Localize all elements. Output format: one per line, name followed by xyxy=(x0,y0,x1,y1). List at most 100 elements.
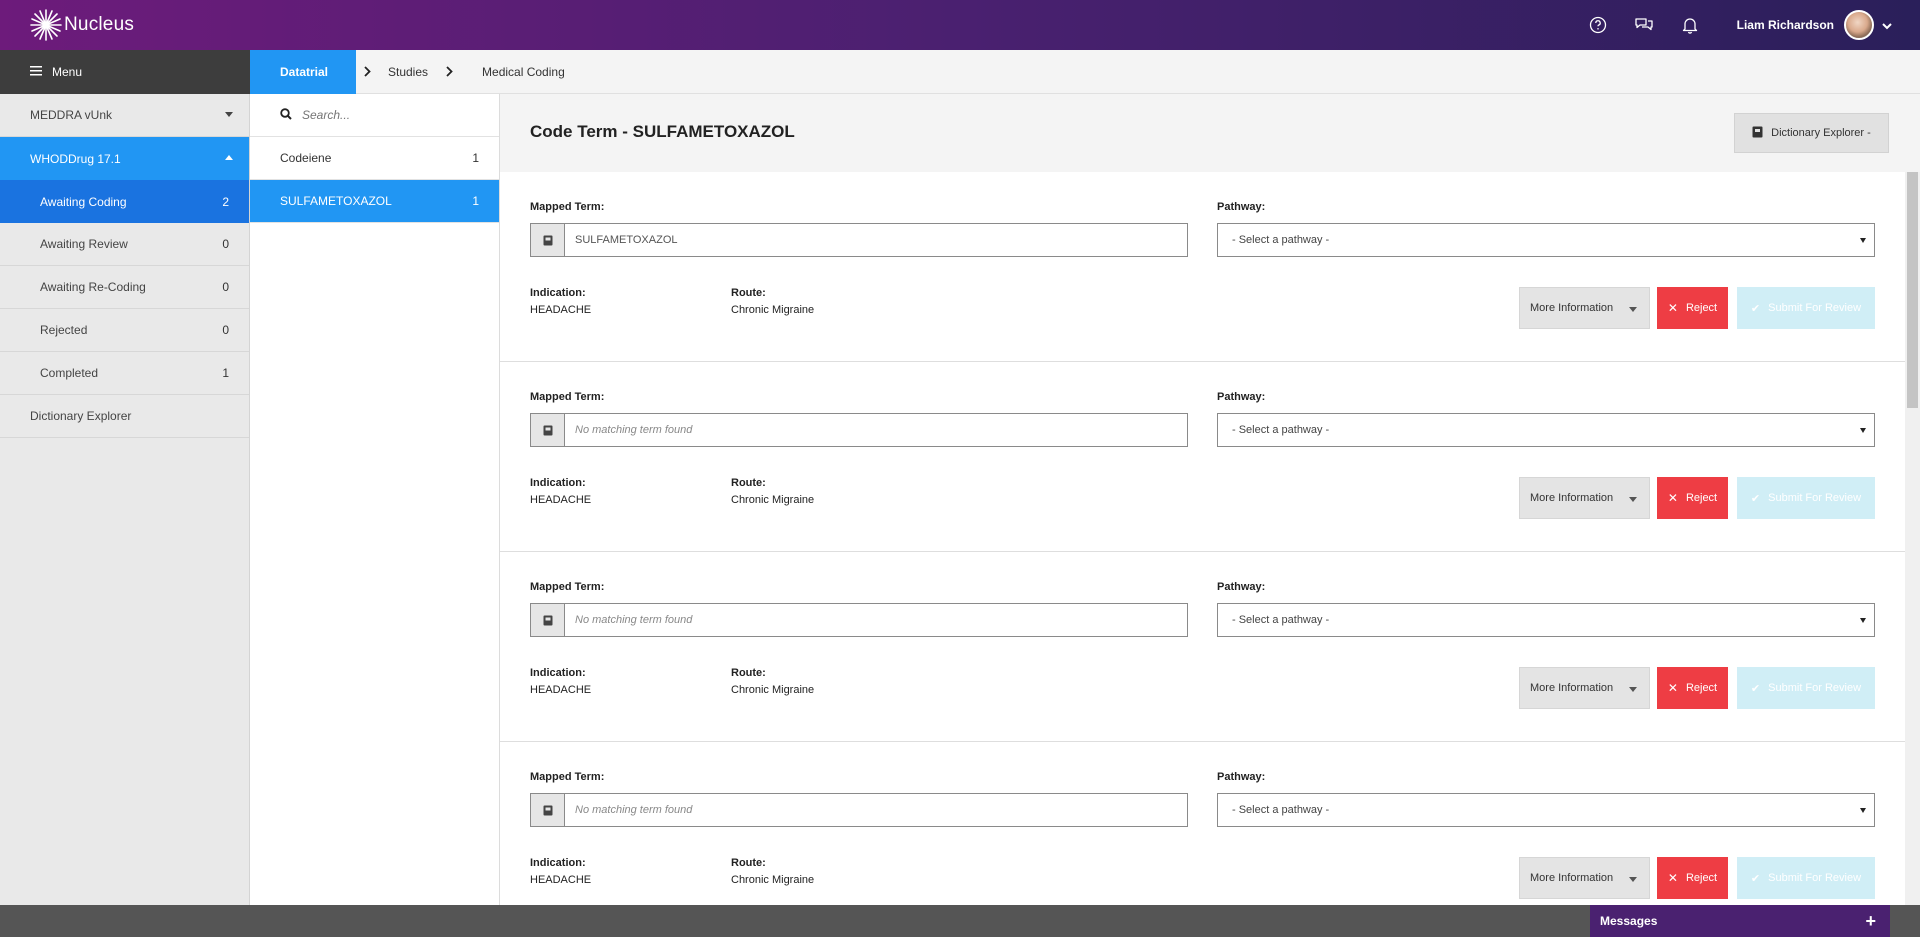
route-value: Chronic Migraine xyxy=(731,304,815,316)
bell-icon[interactable] xyxy=(1679,14,1701,36)
logo[interactable]: Nucleus xyxy=(28,6,134,44)
caret-down-icon xyxy=(1629,687,1637,692)
term-item-sulfametoxazol[interactable]: SULFAMETOXAZOL 1 xyxy=(250,180,499,223)
sidebar-item-dictionary-explorer[interactable]: Dictionary Explorer xyxy=(0,395,249,438)
indication-value: HEADACHE xyxy=(530,304,592,316)
more-information-button[interactable]: More Information xyxy=(1519,287,1650,329)
mapped-term-field[interactable]: No matching term found xyxy=(530,603,1188,637)
caret-down-icon xyxy=(1629,877,1637,882)
pathway-selected: - Select a pathway - xyxy=(1232,804,1330,816)
more-information-button[interactable]: More Information xyxy=(1519,477,1650,519)
messages-bar[interactable]: Messages + xyxy=(1590,905,1890,937)
book-icon[interactable] xyxy=(531,794,565,826)
plus-icon[interactable]: + xyxy=(1865,911,1876,932)
sidebar-item-awaiting-coding[interactable]: Awaiting Coding 2 xyxy=(0,180,249,223)
pathway-select[interactable]: - Select a pathway - xyxy=(1217,793,1875,827)
sidebar-group-meddra[interactable]: MEDDRA vUnk xyxy=(0,94,249,137)
reject-label: Reject xyxy=(1685,682,1718,694)
term-item-label: Codeiene xyxy=(280,151,332,165)
route-label: Route: xyxy=(731,667,766,679)
pathway-label: Pathway: xyxy=(1217,771,1266,783)
chat-icon[interactable] xyxy=(1633,14,1655,36)
avatar[interactable] xyxy=(1844,10,1874,40)
submit-for-review-button[interactable]: ✔ Submit For Review xyxy=(1737,287,1875,329)
select-arrow-icon xyxy=(1860,618,1866,623)
mapped-term-label: Mapped Term: xyxy=(530,391,605,403)
dictionary-explorer-button[interactable]: Dictionary Explorer - xyxy=(1734,113,1889,153)
code-term-card: Mapped Term: Pathway: No matching term f… xyxy=(500,552,1905,742)
close-icon: ✕ xyxy=(1667,681,1678,695)
mapped-term-label: Mapped Term: xyxy=(530,771,605,783)
submit-for-review-button[interactable]: ✔ Submit For Review xyxy=(1737,477,1875,519)
code-term-card: Mapped Term: Pathway: SULFAMETOXAZOL - S… xyxy=(500,172,1905,362)
reject-button[interactable]: ✕ Reject xyxy=(1657,477,1728,519)
search-icon xyxy=(280,107,292,123)
sidebar-item-count: 0 xyxy=(222,323,229,337)
mapped-term-label: Mapped Term: xyxy=(530,581,605,593)
mapped-term-field[interactable]: SULFAMETOXAZOL xyxy=(530,223,1188,257)
book-icon[interactable] xyxy=(531,414,565,446)
sidebar-item-completed[interactable]: Completed 1 xyxy=(0,352,249,395)
submit-for-review-button[interactable]: ✔ Submit For Review xyxy=(1737,667,1875,709)
hamburger-icon xyxy=(30,65,42,79)
caret-up-icon xyxy=(225,155,233,160)
check-icon: ✔ xyxy=(1750,682,1761,695)
check-icon: ✔ xyxy=(1750,302,1761,315)
mapped-term-placeholder: No matching term found xyxy=(575,614,693,626)
more-information-button[interactable]: More Information xyxy=(1519,857,1650,899)
pathway-select[interactable]: - Select a pathway - xyxy=(1217,413,1875,447)
more-information-label: More Information xyxy=(1530,302,1614,314)
breadcrumb-studies[interactable]: Studies xyxy=(378,65,438,79)
reject-label: Reject xyxy=(1685,492,1718,504)
term-item-label: SULFAMETOXAZOL xyxy=(280,194,392,208)
indication-label: Indication: xyxy=(530,857,586,869)
sidebar-item-awaiting-review[interactable]: Awaiting Review 0 xyxy=(0,223,249,266)
reject-label: Reject xyxy=(1685,872,1718,884)
route-label: Route: xyxy=(731,857,766,869)
help-icon[interactable] xyxy=(1587,14,1609,36)
pathway-select[interactable]: - Select a pathway - xyxy=(1217,223,1875,257)
check-icon: ✔ xyxy=(1750,872,1761,885)
sidebar-item-label: Rejected xyxy=(40,323,88,337)
caret-down-icon xyxy=(225,112,233,117)
scroll-thumb[interactable] xyxy=(1907,172,1918,408)
route-label: Route: xyxy=(731,477,766,489)
route-value: Chronic Migraine xyxy=(731,684,815,696)
sidebar-item-count: 2 xyxy=(222,194,229,209)
sidebar-group-whoddrug[interactable]: WHODDrug 17.1 xyxy=(0,137,249,180)
page-title: Code Term - SULFAMETOXAZOL xyxy=(530,122,795,141)
menu-toggle[interactable]: Menu xyxy=(0,50,250,94)
breadcrumb-medical-coding[interactable]: Medical Coding xyxy=(472,65,575,79)
select-arrow-icon xyxy=(1860,808,1866,813)
reject-button[interactable]: ✕ Reject xyxy=(1657,857,1728,899)
chevron-down-icon[interactable] xyxy=(1882,18,1892,33)
book-icon[interactable] xyxy=(531,224,565,256)
sidebar-item-rejected[interactable]: Rejected 0 xyxy=(0,309,249,352)
mapped-term-label: Mapped Term: xyxy=(530,201,605,213)
reject-button[interactable]: ✕ Reject xyxy=(1657,667,1728,709)
scrollbar[interactable] xyxy=(1905,172,1920,905)
book-icon xyxy=(1752,126,1763,141)
pathway-selected: - Select a pathway - xyxy=(1232,424,1330,436)
mapped-term-field[interactable]: No matching term found xyxy=(530,793,1188,827)
indication-label: Indication: xyxy=(530,287,586,299)
main-header: Code Term - SULFAMETOXAZOL Dictionary Ex… xyxy=(500,94,1920,172)
search-input[interactable] xyxy=(302,108,482,122)
submit-label: Submit For Review xyxy=(1768,492,1862,504)
indication-value: HEADACHE xyxy=(530,684,592,696)
submit-for-review-button[interactable]: ✔ Submit For Review xyxy=(1737,857,1875,899)
book-icon[interactable] xyxy=(531,604,565,636)
code-term-card: Mapped Term: Pathway: No matching term f… xyxy=(500,362,1905,552)
submit-label: Submit For Review xyxy=(1768,302,1862,314)
pathway-label: Pathway: xyxy=(1217,201,1266,213)
sidebar-item-awaiting-recoding[interactable]: Awaiting Re-Coding 0 xyxy=(0,266,249,309)
pathway-select[interactable]: - Select a pathway - xyxy=(1217,603,1875,637)
term-item-codeiene[interactable]: Codeiene 1 xyxy=(250,137,499,180)
breadcrumb: Datatrial Studies Medical Coding xyxy=(250,49,1920,94)
more-information-button[interactable]: More Information xyxy=(1519,667,1650,709)
reject-button[interactable]: ✕ Reject xyxy=(1657,287,1728,329)
user-name[interactable]: Liam Richardson xyxy=(1737,18,1834,32)
breadcrumb-datatrial[interactable]: Datatrial xyxy=(250,49,356,94)
close-icon: ✕ xyxy=(1667,491,1678,505)
mapped-term-field[interactable]: No matching term found xyxy=(530,413,1188,447)
